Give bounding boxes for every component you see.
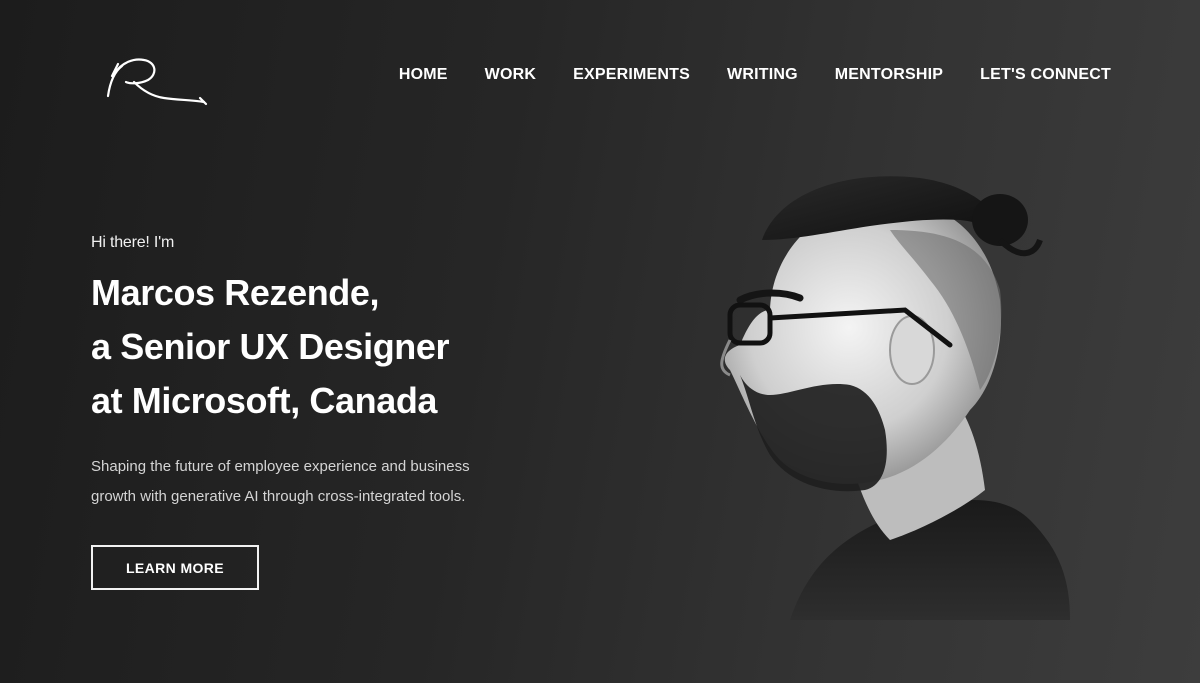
hero-greeting: Hi there! I'm bbox=[91, 234, 175, 251]
hero-subtitle: Shaping the future of employee experienc… bbox=[91, 452, 531, 512]
headline-line-3: at Microsoft, Canada bbox=[91, 380, 438, 421]
profile-portrait-image bbox=[700, 160, 1080, 630]
nav-item-work: WORK bbox=[485, 65, 536, 85]
nav-link-mentorship[interactable]: MENTORSHIP bbox=[835, 65, 943, 85]
nav-item-lets-connect: LET'S CONNECT bbox=[980, 65, 1111, 85]
nav-item-home: HOME bbox=[399, 65, 448, 85]
nav-item-writing: WRITING bbox=[727, 65, 798, 85]
learn-more-button[interactable]: LEARN MORE bbox=[91, 545, 259, 590]
nav-link-home[interactable]: HOME bbox=[399, 65, 448, 85]
nav-link-work[interactable]: WORK bbox=[485, 65, 536, 85]
nav-link-writing[interactable]: WRITING bbox=[727, 65, 798, 85]
subtitle-line-2: growth with generative AI through cross-… bbox=[91, 488, 466, 505]
headline-line-1: Marcos Rezende, bbox=[91, 272, 380, 313]
hero-section: Hi there! I'm Marcos Rezende, a Senior U… bbox=[91, 232, 571, 512]
signature-logo-icon[interactable] bbox=[104, 52, 214, 112]
nav-item-experiments: EXPERIMENTS bbox=[573, 65, 690, 85]
subtitle-line-1: Shaping the future of employee experienc… bbox=[91, 458, 470, 475]
headline-line-2: a Senior UX Designer bbox=[91, 326, 450, 367]
main-nav: HOME WORK EXPERIMENTS WRITING MENTORSHIP… bbox=[399, 65, 1111, 85]
nav-item-mentorship: MENTORSHIP bbox=[835, 65, 943, 85]
nav-link-lets-connect[interactable]: LET'S CONNECT bbox=[980, 65, 1111, 85]
nav-link-experiments[interactable]: EXPERIMENTS bbox=[573, 65, 690, 85]
hero-headline: Marcos Rezende, a Senior UX Designer at … bbox=[91, 266, 571, 428]
